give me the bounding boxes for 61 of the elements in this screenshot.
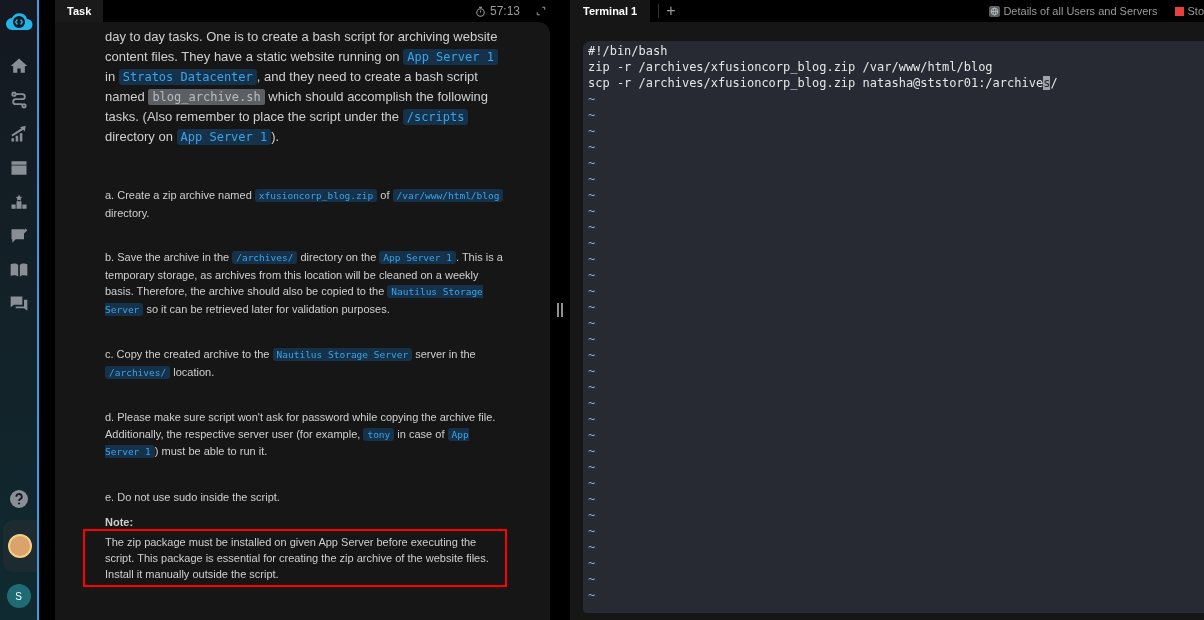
help-icon[interactable] bbox=[9, 490, 28, 508]
note-text: The zip package must be installed on given App Server before executing the script. This package is essential for creating the zip archive of the website files. Install it manually outside the script. bbox=[105, 535, 490, 582]
empty-line-marker: ~ bbox=[588, 443, 596, 459]
empty-line-marker: ~ bbox=[588, 219, 596, 235]
empty-line-marker: ~ bbox=[588, 379, 596, 395]
user-card[interactable] bbox=[3, 520, 37, 572]
expand-icon[interactable] bbox=[536, 6, 546, 16]
resize-handle[interactable] bbox=[557, 303, 563, 317]
logo-icon[interactable] bbox=[3, 10, 34, 32]
empty-line-marker: ~ bbox=[588, 347, 596, 363]
empty-line-marker: ~ bbox=[588, 155, 596, 171]
empty-line-marker: ~ bbox=[588, 203, 596, 219]
empty-line-marker: ~ bbox=[588, 171, 596, 187]
task-description: day to day tasks. One is to create a bash script for archiving website content files. They have a static website running on App Server 1 in Stratos Datacenter , and they need to create a bash script named blog_archive.sh which should accomplish the following tasks. (Also remember to place the script under the /scripts directory on App Server 1 ). bbox=[105, 28, 499, 147]
globe-icon bbox=[989, 5, 1001, 17]
empty-line-marker: ~ bbox=[588, 427, 596, 443]
empty-line-marker: ~ bbox=[588, 539, 596, 555]
empty-line-marker: ~ bbox=[588, 187, 596, 203]
empty-line-marker: ~ bbox=[588, 107, 596, 123]
task-step: c. Copy the created archive to the Nautilus Storage Server server in the /archives/ location. bbox=[105, 346, 505, 381]
empty-line-marker: ~ bbox=[588, 299, 596, 315]
code-line: zip -r /archives/xfusioncorp_blog.zip /var/www/html/blog bbox=[588, 59, 994, 75]
empty-line-marker: ~ bbox=[588, 395, 596, 411]
terminal-editor[interactable]: #!/bin/bash zip -r /archives/xfusioncorp_blog.zip /var/www/html/blog scp -r /archives/xfusioncorp_blog.zip natasha@ststor01:/archives/ ~ ~ ~ ~ ~ ~ ~ ~ ~ ~ ~ ~ ~ ~ ~ ~ ~ ~ ~ ~ ~ ~ ~ ~ ~ ~ ~ ~ ~ ~ ~ ~ bbox=[583, 41, 1204, 613]
empty-line-marker: ~ bbox=[588, 411, 596, 427]
empty-line-marker: ~ bbox=[588, 251, 596, 267]
header-link[interactable]: Details of all Users and Servers bbox=[1003, 2, 1158, 20]
empty-line-marker: ~ bbox=[588, 475, 596, 491]
empty-line-marker: ~ bbox=[588, 523, 596, 539]
home-icon[interactable] bbox=[8, 56, 29, 76]
user-initial-avatar[interactable]: S bbox=[6, 584, 31, 608]
empty-line-marker: ~ bbox=[588, 91, 596, 107]
code-line: #!/bin/bash bbox=[588, 43, 669, 59]
empty-line-marker: ~ bbox=[588, 267, 596, 283]
stop-icon bbox=[1175, 6, 1185, 16]
avatar bbox=[8, 534, 32, 558]
stopwatch-icon bbox=[474, 5, 486, 17]
empty-line-marker: ~ bbox=[588, 555, 596, 571]
add-tab-button[interactable]: + bbox=[659, 3, 683, 19]
empty-line-marker: ~ bbox=[588, 139, 596, 155]
empty-line-marker: ~ bbox=[588, 571, 596, 587]
empty-line-marker: ~ bbox=[588, 507, 596, 523]
empty-line-marker: ~ bbox=[588, 315, 596, 331]
empty-line-marker: ~ bbox=[588, 235, 596, 251]
code-line: scp -r /archives/xfusioncorp_blog.zip natasha@ststor01:/archives/ bbox=[588, 75, 1059, 91]
header-link[interactable]: Sto bbox=[1187, 2, 1204, 20]
empty-line-marker: ~ bbox=[588, 587, 596, 603]
timer: 57:13 bbox=[489, 3, 520, 20]
task-step: a. Create a zip archive named xfusioncorp_blog.zip of /var/www/html/blog directory. bbox=[105, 187, 505, 221]
task-step: b. Save the archive in the /archives/ directory on the App Server 1 . This is a temporary storage, as archives from this location will be cleaned on a weekly basis. Therefore, the archive should also be copied to the Nautilus Storage Server so it can be retrieved later for validation purposes. bbox=[105, 249, 505, 318]
empty-line-marker: ~ bbox=[588, 459, 596, 475]
task-tab[interactable]: Task bbox=[55, 0, 104, 22]
route-icon[interactable] bbox=[8, 90, 29, 110]
empty-line-marker: ~ bbox=[588, 123, 596, 139]
empty-line-marker: ~ bbox=[588, 331, 596, 347]
empty-line-marker: ~ bbox=[588, 283, 596, 299]
note-label: Note: bbox=[105, 515, 135, 529]
task-step: e. Do not use sudo inside the script. bbox=[105, 488, 505, 505]
empty-line-marker: ~ bbox=[588, 491, 596, 507]
empty-line-marker: ~ bbox=[588, 363, 596, 379]
terminal-tab[interactable]: Terminal 1 bbox=[570, 0, 651, 22]
